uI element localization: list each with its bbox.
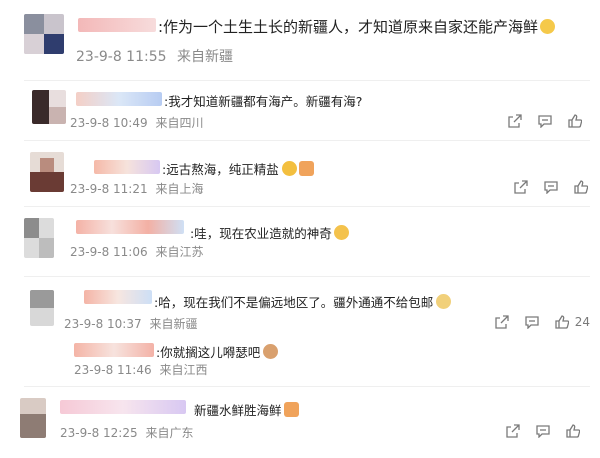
comment-meta: 23-9-8 11:21 来自上海 xyxy=(70,180,203,197)
avatar[interactable] xyxy=(20,398,46,438)
comment-time: 23-9-8 11:06 xyxy=(70,245,148,259)
comment-text: :我才知道新疆都有海产。新疆有海? xyxy=(164,91,362,110)
username-blurred[interactable] xyxy=(60,400,186,414)
comment-time: 23-9-8 11:21 xyxy=(70,182,148,196)
comment-text-content: :远古熬海，纯正精盐 xyxy=(162,162,279,177)
comment-text: :哈，现在我们不是偏远地区了。疆外通通不给包邮 xyxy=(154,292,452,311)
comment-location: 来自上海 xyxy=(155,182,204,196)
share-icon[interactable] xyxy=(512,178,530,196)
comment-time: 23-9-8 10:37 xyxy=(64,317,142,331)
dog-emoji-icon xyxy=(263,344,279,359)
divider xyxy=(24,206,590,207)
avatar[interactable] xyxy=(30,290,54,326)
comment-time: 23-9-8 11:46 xyxy=(74,363,152,377)
share-icon[interactable] xyxy=(506,112,524,130)
comment-icon[interactable] xyxy=(534,422,552,440)
comment-meta: 23-9-8 10:37 来自新疆 xyxy=(64,315,197,332)
like-icon[interactable] xyxy=(566,112,584,130)
like-icon[interactable] xyxy=(572,178,590,196)
comment-text: :哇，现在农业造就的神奇 xyxy=(190,223,349,242)
cat-emoji-icon xyxy=(436,294,452,309)
comment-text-content: :哈，现在我们不是偏远地区了。疆外通通不给包邮 xyxy=(154,295,434,310)
comment-location: 来自新疆 xyxy=(176,49,233,65)
comment-meta: 23-9-8 11:55 来自新疆 xyxy=(76,46,233,66)
divider xyxy=(24,140,590,141)
like-icon[interactable] xyxy=(553,313,571,331)
username-blurred[interactable] xyxy=(76,220,184,234)
username-blurred[interactable] xyxy=(74,343,154,357)
comment-actions xyxy=(494,112,584,130)
divider xyxy=(24,276,590,277)
sticker-emoji-icon xyxy=(298,161,314,176)
comment-item: :哈，现在我们不是偏远地区了。疆外通通不给包邮 23-9-8 10:37 来自新… xyxy=(0,280,600,332)
comment-actions: 24 xyxy=(481,313,590,331)
comment-icon[interactable] xyxy=(536,112,554,130)
comment-location: 来自广东 xyxy=(145,426,194,440)
comment-item: 新疆水鲜胜海鲜 23-9-8 12:25 来自广东 xyxy=(0,390,600,458)
comment-text-content: :我才知道新疆都有海产。新疆有海? xyxy=(164,94,363,109)
reply-item: :你就搁这儿嘚瑟吧 23-9-8 11:46 来自江西 xyxy=(0,336,600,380)
username-blurred[interactable] xyxy=(84,290,152,304)
comment-text: :你就搁这儿嘚瑟吧 xyxy=(156,342,279,361)
comment-text-content: :哇，现在农业造就的神奇 xyxy=(190,226,332,241)
avatar[interactable] xyxy=(30,152,64,192)
comment-text-content: :作为一个土生土长的新疆人，才知道原来自家还能产海鲜 xyxy=(158,18,539,36)
comment-location: 来自新疆 xyxy=(149,317,198,331)
comment-item: :我才知道新疆都有海产。新疆有海? 23-9-8 10:49 来自四川 xyxy=(0,82,600,138)
grinning-emoji-icon xyxy=(281,161,297,176)
username-blurred[interactable] xyxy=(76,92,162,106)
comment-actions xyxy=(500,178,590,196)
comment-item: :哇，现在农业造就的神奇 23-9-8 11:06 来自江苏 xyxy=(0,208,600,270)
share-icon[interactable] xyxy=(493,313,511,331)
avatar[interactable] xyxy=(24,14,64,54)
comment-item: :作为一个土生土长的新疆人，才知道原来自家还能产海鲜 23-9-8 11:55 … xyxy=(0,0,600,75)
comment-text: :远古熬海，纯正精盐 xyxy=(162,159,314,178)
avatar[interactable] xyxy=(32,90,66,124)
comment-location: 来自江西 xyxy=(159,363,208,377)
comment-text-content: :你就搁这儿嘚瑟吧 xyxy=(156,345,261,360)
comment-meta: 23-9-8 10:49 来自四川 xyxy=(70,114,203,131)
username-blurred[interactable] xyxy=(94,160,160,174)
comment-text: :作为一个土生土长的新疆人，才知道原来自家还能产海鲜 xyxy=(158,16,556,37)
starstruck-emoji-icon xyxy=(333,225,349,240)
divider xyxy=(24,386,590,387)
comment-meta: 23-9-8 11:06 来自江苏 xyxy=(70,243,203,260)
username-blurred[interactable] xyxy=(78,18,156,32)
comment-location: 来自四川 xyxy=(155,116,204,130)
like-icon[interactable] xyxy=(564,422,582,440)
comment-item: :远古熬海，纯正精盐 23-9-8 11:21 来自上海 xyxy=(0,144,600,204)
divider xyxy=(24,80,590,81)
comment-time: 23-9-8 11:55 xyxy=(76,49,167,65)
comment-meta: 23-9-8 11:46 来自江西 xyxy=(74,361,207,378)
comment-meta: 23-9-8 12:25 来自广东 xyxy=(60,424,193,441)
comment-text-content: 新疆水鲜胜海鲜 xyxy=(194,403,282,418)
avatar[interactable] xyxy=(24,218,54,258)
sticker-emoji-icon xyxy=(283,402,299,417)
laughing-emoji-icon xyxy=(540,19,556,34)
comment-text: 新疆水鲜胜海鲜 xyxy=(194,400,299,419)
comment-icon[interactable] xyxy=(523,313,541,331)
comment-time: 23-9-8 10:49 xyxy=(70,116,148,130)
comment-location: 来自江苏 xyxy=(155,245,204,259)
share-icon[interactable] xyxy=(504,422,522,440)
like-count: 24 xyxy=(574,315,590,329)
comment-actions xyxy=(492,422,582,440)
comment-time: 23-9-8 12:25 xyxy=(60,426,138,440)
comment-icon[interactable] xyxy=(542,178,560,196)
